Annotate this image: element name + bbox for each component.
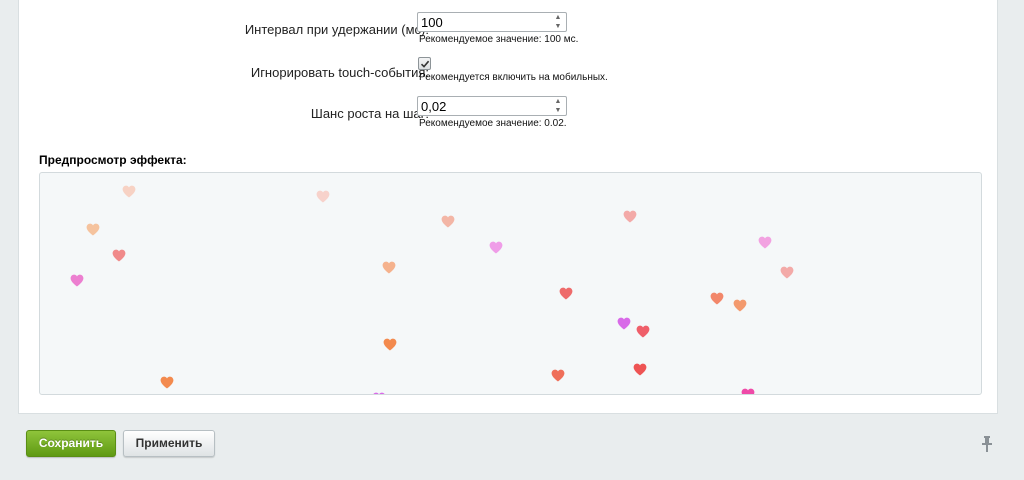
heart-icon: [559, 287, 573, 300]
heart-icon: [551, 369, 565, 382]
effect-preview-area[interactable]: [39, 172, 982, 395]
heart-icon: [70, 274, 84, 287]
spinner-down-icon[interactable]: ▼: [550, 106, 566, 115]
growth-chance-label: Шанс роста на шаг:: [310, 106, 429, 121]
heart-icon: [86, 223, 100, 236]
hold-interval-spinner[interactable]: ▲ ▼: [417, 12, 567, 32]
heart-icon: [636, 325, 650, 338]
heart-icon: [382, 261, 396, 274]
heart-icon: [383, 338, 397, 351]
heart-icon: [623, 210, 637, 223]
spinner-arrows-icon[interactable]: ▲ ▼: [550, 97, 566, 115]
growth-chance-spinner[interactable]: ▲ ▼: [417, 96, 567, 116]
save-button[interactable]: Сохранить: [26, 430, 116, 457]
heart-icon: [741, 388, 755, 394]
heart-icon: [112, 249, 126, 262]
heart-icon: [122, 185, 136, 198]
heart-icon: [441, 215, 455, 228]
preview-title: Предпросмотр эффекта:: [39, 153, 187, 167]
spinner-up-icon[interactable]: ▲: [550, 97, 566, 106]
ignore-touch-checkbox[interactable]: [418, 57, 431, 70]
ignore-touch-hint: Рекомендуется включить на мобильных.: [419, 72, 608, 83]
checkmark-icon: [420, 60, 430, 68]
spinner-arrows-icon[interactable]: ▲ ▼: [550, 13, 566, 31]
heart-icon: [710, 292, 724, 305]
hold-interval-label: Интервал при удержании (мс):: [244, 22, 429, 37]
hold-interval-hint: Рекомендуемое значение: 100 мс.: [419, 34, 579, 45]
settings-panel: Интервал при удержании (мс): ▲ ▼ Рекомен…: [18, 0, 998, 414]
footer-toolbar: Сохранить Применить: [18, 414, 998, 470]
apply-button[interactable]: Применить: [123, 430, 215, 457]
heart-icon: [733, 299, 747, 312]
heart-icon: [617, 317, 631, 330]
growth-chance-hint: Рекомендуемое значение: 0.02.: [419, 118, 567, 129]
heart-icon: [160, 376, 174, 389]
growth-chance-input[interactable]: [418, 97, 549, 115]
pin-icon[interactable]: [981, 436, 993, 452]
heart-icon: [373, 392, 385, 394]
spinner-down-icon[interactable]: ▼: [550, 22, 566, 31]
heart-icon: [780, 266, 794, 279]
hold-interval-input[interactable]: [418, 13, 549, 31]
heart-icon: [489, 241, 503, 254]
heart-icon: [316, 190, 330, 203]
heart-icon: [758, 236, 772, 249]
ignore-touch-label: Игнорировать touch-события:: [250, 65, 429, 80]
heart-icon: [633, 363, 647, 376]
spinner-up-icon[interactable]: ▲: [550, 13, 566, 22]
